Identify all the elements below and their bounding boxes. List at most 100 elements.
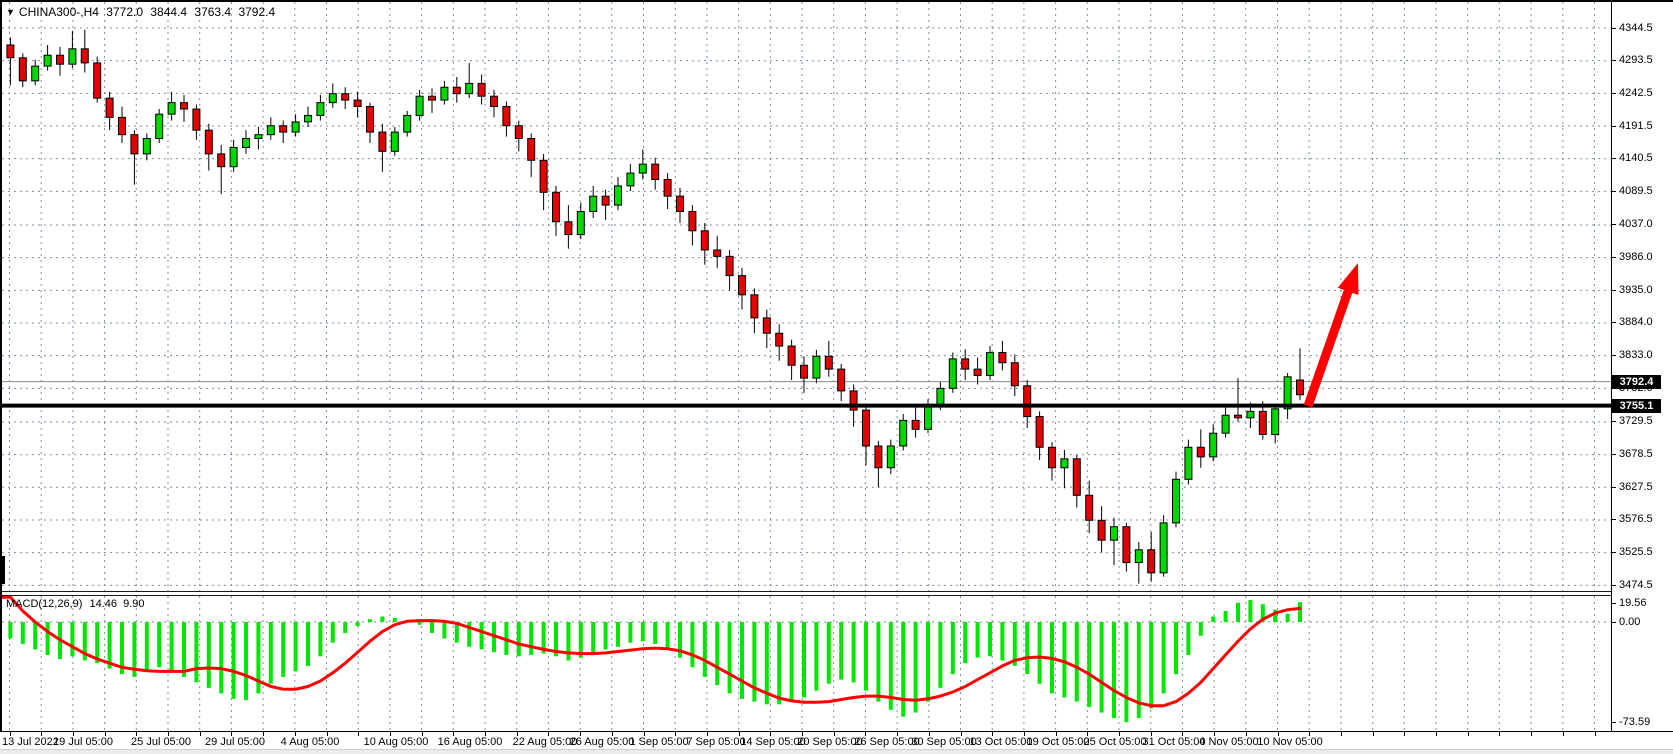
macd-histogram-bar: [628, 622, 632, 643]
macd-indicator-canvas[interactable]: [0, 596, 1611, 731]
candle-bullish: [1272, 409, 1279, 435]
time-axis-label: 19 Jul 05:00: [43, 736, 123, 748]
macd-histogram-bar: [430, 622, 434, 633]
time-axis-label: 29 Jul 05:00: [195, 736, 275, 748]
candle-bearish: [1024, 386, 1031, 417]
symbol-dropdown-icon[interactable]: ▼: [6, 7, 15, 17]
price-axis-tick: [1611, 60, 1616, 61]
candle-bearish: [205, 130, 212, 154]
macd-histogram-bar: [988, 622, 992, 656]
macd-histogram-bar: [343, 622, 347, 633]
macd-histogram-bar: [1062, 622, 1066, 697]
macd-histogram-bar: [8, 622, 12, 638]
macd-histogram-bar: [1248, 600, 1252, 622]
macd-histogram-bar: [1186, 622, 1190, 655]
candle-bearish: [1259, 411, 1266, 434]
candle-bullish: [949, 359, 956, 388]
candle-bearish: [1123, 527, 1130, 563]
time-axis-tick: [1563, 731, 1564, 736]
candle-bullish: [243, 139, 250, 148]
quote-header: ▼CHINA300-,H4 3772.0 3844.4 3763.4 3792.…: [6, 5, 279, 20]
candle-bearish: [379, 132, 386, 151]
pane-divider[interactable]: [0, 591, 1611, 592]
candle-bearish: [491, 96, 498, 106]
price-axis-label: 3474.5: [1619, 579, 1653, 592]
macd-histogram-bar: [170, 622, 174, 671]
candle-bearish: [367, 106, 374, 132]
candle-bearish: [342, 94, 349, 100]
price-axis-tick: [1611, 257, 1616, 258]
macd-histogram-bar: [145, 622, 149, 671]
candle-bullish: [305, 115, 312, 121]
candle-bearish: [7, 45, 14, 58]
candle-bullish: [267, 126, 274, 135]
macd-histogram-bar: [529, 622, 533, 655]
pane-divider-lower[interactable]: [0, 595, 1611, 596]
macd-histogram-bar: [33, 622, 37, 649]
candle-bearish: [751, 295, 758, 318]
macd-histogram-bar: [306, 622, 310, 666]
candle-bearish: [677, 196, 684, 211]
macd-histogram-bar: [1075, 622, 1079, 702]
candle-bearish: [81, 49, 88, 63]
macd-histogram-bar: [827, 622, 831, 684]
candle-bearish: [354, 100, 361, 106]
candle-bullish: [143, 139, 150, 154]
macd-histogram-bar: [517, 622, 521, 656]
candle-bearish: [788, 346, 795, 365]
candle-bearish: [1036, 417, 1043, 448]
level-price-tag: 3755.1: [1612, 399, 1661, 413]
main-chart-canvas[interactable]: [0, 0, 1611, 591]
candle-bearish: [553, 192, 560, 221]
window-bottom-strip: [0, 749, 1673, 754]
macd-histogram-bar: [839, 622, 843, 680]
macd-histogram-bar: [864, 622, 868, 691]
price-axis-tick: [1611, 322, 1616, 323]
macd-histogram-bar: [281, 622, 285, 677]
macd-histogram-bar: [1174, 622, 1178, 674]
candle-bearish: [19, 58, 26, 81]
candle-bullish: [1160, 523, 1167, 573]
candle-bearish: [863, 410, 870, 446]
time-axis-tick: [1373, 731, 1374, 736]
candle-bearish: [1049, 447, 1056, 467]
candle-bearish: [652, 164, 659, 179]
macd-histogram-bar: [1038, 622, 1042, 684]
macd-histogram-bar: [666, 622, 670, 649]
candle-bearish: [119, 117, 126, 134]
macd-histogram-bar: [294, 622, 298, 671]
macd-histogram-bar: [480, 622, 484, 649]
candle-bearish: [218, 154, 225, 167]
candle-bullish: [292, 122, 299, 132]
price-axis-label: 3627.5: [1619, 481, 1653, 494]
price-axis-tick: [1611, 126, 1616, 127]
time-axis-tick: [1436, 731, 1437, 736]
time-axis-label: 4 Aug 05:00: [270, 736, 350, 748]
candle-bearish: [106, 98, 113, 117]
time-axis-label: 16 Aug 05:00: [430, 736, 510, 748]
macd-histogram-bar: [1162, 622, 1166, 693]
candle-bearish: [565, 222, 572, 235]
macd-histogram-bar: [380, 617, 384, 622]
time-axis-tick: [1595, 731, 1596, 736]
price-axis-label: 3576.5: [1619, 513, 1653, 526]
price-axis-label: 3729.5: [1619, 415, 1653, 428]
macd-histogram-bar: [1000, 622, 1004, 660]
price-axis-label: 4191.5: [1619, 120, 1653, 133]
candle-bearish: [478, 83, 485, 96]
macd-histogram-bar: [951, 622, 955, 674]
candle-bearish: [131, 135, 138, 154]
candle-bearish: [801, 365, 808, 378]
macd-histogram-bar: [876, 622, 880, 702]
macd-histogram-bar: [1211, 617, 1215, 622]
macd-signal-value: 9.90: [123, 598, 144, 610]
candle-bullish: [1135, 550, 1142, 563]
candle-bullish: [1222, 415, 1229, 433]
macd-axis-tick: [1611, 722, 1616, 723]
candle-bearish: [875, 446, 882, 468]
macd-histogram-bar: [393, 618, 397, 622]
candle-bearish: [280, 126, 287, 132]
candle-bullish: [925, 406, 932, 430]
macd-histogram-bar: [1025, 622, 1029, 674]
macd-histogram-bar: [194, 622, 198, 682]
